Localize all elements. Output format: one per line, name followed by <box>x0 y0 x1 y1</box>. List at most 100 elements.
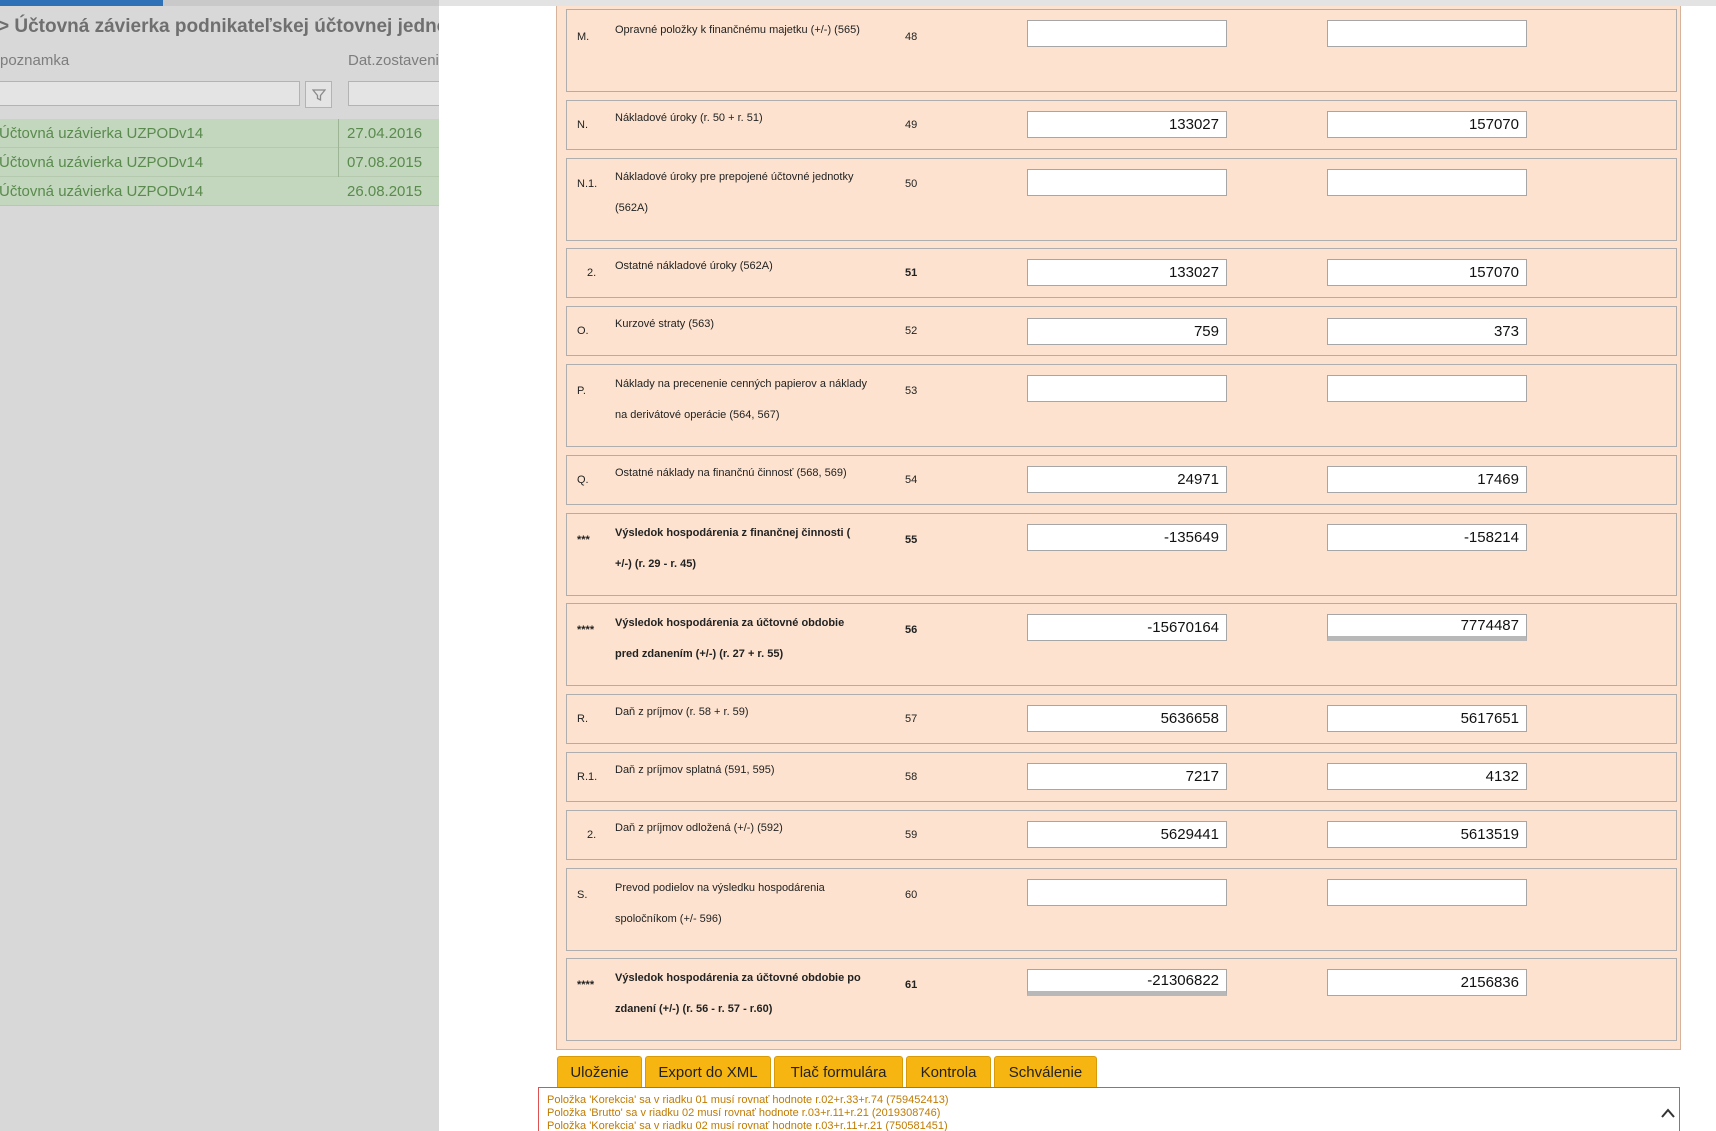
form-row-48: M. Opravné položky k finančnému majetku … <box>566 9 1677 92</box>
row-label: Prevod podielov na výsledku hospodárenia… <box>615 882 825 925</box>
breadcrumb: > Účtovná závierka podnikateľskej účtovn… <box>0 16 439 37</box>
row-label: Ostatné nákladové úroky (562A) <box>615 260 773 272</box>
row-code: **** <box>577 979 595 991</box>
previous-period-input[interactable]: 373 <box>1327 318 1527 345</box>
previous-period-input[interactable]: 5617651 <box>1327 705 1527 732</box>
current-period-input[interactable]: 759 <box>1027 318 1227 345</box>
current-period-input[interactable]: 133027 <box>1027 259 1227 286</box>
row-label: Náklady na precenenie cenných papierov a… <box>615 378 867 421</box>
row-code: M. <box>577 31 590 43</box>
save-button[interactable]: Uloženie <box>557 1056 642 1088</box>
form-row-52: O. Kurzové straty (563) 52 759 373 <box>566 306 1677 356</box>
row-label: Opravné položky k finančnému majetku (+/… <box>615 24 860 36</box>
record-row[interactable]: Účtovná uzávierka UZPODv14 07.08.2015 <box>0 148 439 177</box>
previous-period-input[interactable]: 7774487 <box>1327 614 1527 641</box>
record-row[interactable]: Účtovná uzávierka UZPODv14 26.08.2015 <box>0 177 439 206</box>
previous-period-input[interactable]: -158214 <box>1327 524 1527 551</box>
form-row-51: 2. Ostatné nákladové úroky (562A) 51 133… <box>566 248 1677 298</box>
active-tab-indicator[interactable] <box>0 0 163 6</box>
previous-period-input[interactable]: 2156836 <box>1327 969 1527 996</box>
form-pane: M. Opravné položky k finančnému majetku … <box>439 0 1716 1131</box>
column-header-date[interactable]: Dat.zostavenia <box>348 52 439 69</box>
row-number: 58 <box>905 771 918 783</box>
row-code: N. <box>577 119 588 131</box>
row-number: 52 <box>905 325 918 337</box>
row-label: Výsledok hospodárenia za účtovné obdobie… <box>615 972 861 1015</box>
current-period-input[interactable] <box>1027 20 1227 47</box>
form-row-58: R.1. Daň z príjmov splatná (591, 595) 58… <box>566 752 1677 802</box>
row-number: 54 <box>905 474 918 486</box>
current-period-input[interactable]: 5629441 <box>1027 821 1227 848</box>
date-filter-input[interactable] <box>348 81 439 106</box>
filter-icon <box>311 88 326 101</box>
row-label: Výsledok hospodárenia z finančnej činnos… <box>615 527 851 570</box>
row-number: 53 <box>905 385 918 397</box>
row-number: 60 <box>905 889 918 901</box>
note-filter-input[interactable] <box>0 81 300 106</box>
record-date: 07.08.2015 <box>347 154 423 171</box>
row-label: Daň z príjmov (r. 58 + r. 59) <box>615 706 749 718</box>
export-xml-button[interactable]: Export do XML <box>645 1056 771 1088</box>
validation-message: Položka 'Brutto' sa v riadku 02 musí rov… <box>547 1107 941 1119</box>
current-period-input[interactable]: 5636658 <box>1027 705 1227 732</box>
form-row-60: S. Prevod podielov na výsledku hospodáre… <box>566 868 1677 951</box>
current-period-input[interactable] <box>1027 169 1227 196</box>
column-divider <box>338 119 339 148</box>
approve-button[interactable]: Schválenie <box>994 1056 1097 1088</box>
row-label: Nákladové úroky (r. 50 + r. 51) <box>615 112 763 124</box>
form-row-54: Q. Ostatné náklady na finančnú činnosť (… <box>566 455 1677 505</box>
previous-period-input[interactable]: 5613519 <box>1327 821 1527 848</box>
row-code: Q. <box>577 474 589 486</box>
row-number: 56 <box>905 624 918 636</box>
row-code: **** <box>577 624 595 636</box>
previous-period-input[interactable]: 17469 <box>1327 466 1527 493</box>
row-code: O. <box>577 325 589 337</box>
form-row-49: N. Nákladové úroky (r. 50 + r. 51) 49 13… <box>566 100 1677 150</box>
check-button[interactable]: Kontrola <box>906 1056 991 1088</box>
form-row-55: *** Výsledok hospodárenia z finančnej či… <box>566 513 1677 596</box>
row-label: Daň z príjmov odložená (+/-) (592) <box>615 822 783 834</box>
form-row-50: N.1. Nákladové úroky pre prepojené účtov… <box>566 158 1677 241</box>
row-code: *** <box>577 534 590 546</box>
scroll-up-button[interactable] <box>1657 1102 1679 1124</box>
row-number: 48 <box>905 31 918 43</box>
row-label: Daň z príjmov splatná (591, 595) <box>615 764 775 776</box>
current-period-input[interactable]: 133027 <box>1027 111 1227 138</box>
record-date: 26.08.2015 <box>347 183 423 200</box>
row-number: 57 <box>905 713 918 725</box>
record-date: 27.04.2016 <box>347 125 423 142</box>
validation-messages: Položka 'Korekcia' sa v riadku 01 musí r… <box>538 1087 1680 1131</box>
previous-period-input[interactable] <box>1327 20 1527 47</box>
current-period-input[interactable]: -135649 <box>1027 524 1227 551</box>
record-name: Účtovná uzávierka UZPODv14 <box>0 154 204 171</box>
row-label: Nákladové úroky pre prepojené účtovné je… <box>615 171 854 214</box>
print-form-button[interactable]: Tlač formulára <box>774 1056 903 1088</box>
filter-button[interactable] <box>305 81 332 108</box>
column-header-note[interactable]: poznamka <box>0 52 69 69</box>
current-period-input[interactable] <box>1027 879 1227 906</box>
current-period-input[interactable]: 24971 <box>1027 466 1227 493</box>
row-number: 50 <box>905 178 918 190</box>
form-row-59: 2. Daň z príjmov odložená (+/-) (592) 59… <box>566 810 1677 860</box>
current-period-input[interactable]: -21306822 <box>1027 969 1227 996</box>
form-row-56: **** Výsledok hospodárenia za účtovné ob… <box>566 603 1677 686</box>
row-code: R.1. <box>577 771 598 783</box>
form-row-57: R. Daň z príjmov (r. 58 + r. 59) 57 5636… <box>566 694 1677 744</box>
previous-period-input[interactable]: 157070 <box>1327 111 1527 138</box>
current-period-input[interactable] <box>1027 375 1227 402</box>
previous-period-input[interactable] <box>1327 879 1527 906</box>
previous-period-input[interactable] <box>1327 169 1527 196</box>
previous-period-input[interactable]: 4132 <box>1327 763 1527 790</box>
current-period-input[interactable]: -15670164 <box>1027 614 1227 641</box>
records-panel: > Účtovná závierka podnikateľskej účtovn… <box>0 0 439 1131</box>
column-divider <box>338 148 339 177</box>
form-row-61: **** Výsledok hospodárenia za účtovné ob… <box>566 958 1677 1041</box>
row-number: 51 <box>905 267 918 279</box>
current-period-input[interactable]: 7217 <box>1027 763 1227 790</box>
previous-period-input[interactable] <box>1327 375 1527 402</box>
record-row[interactable]: Účtovná uzávierka UZPODv14 27.04.2016 <box>0 119 439 148</box>
row-code: R. <box>577 713 588 725</box>
row-label: Výsledok hospodárenia za účtovné obdobie… <box>615 617 845 660</box>
previous-period-input[interactable]: 157070 <box>1327 259 1527 286</box>
row-label: Kurzové straty (563) <box>615 318 715 330</box>
